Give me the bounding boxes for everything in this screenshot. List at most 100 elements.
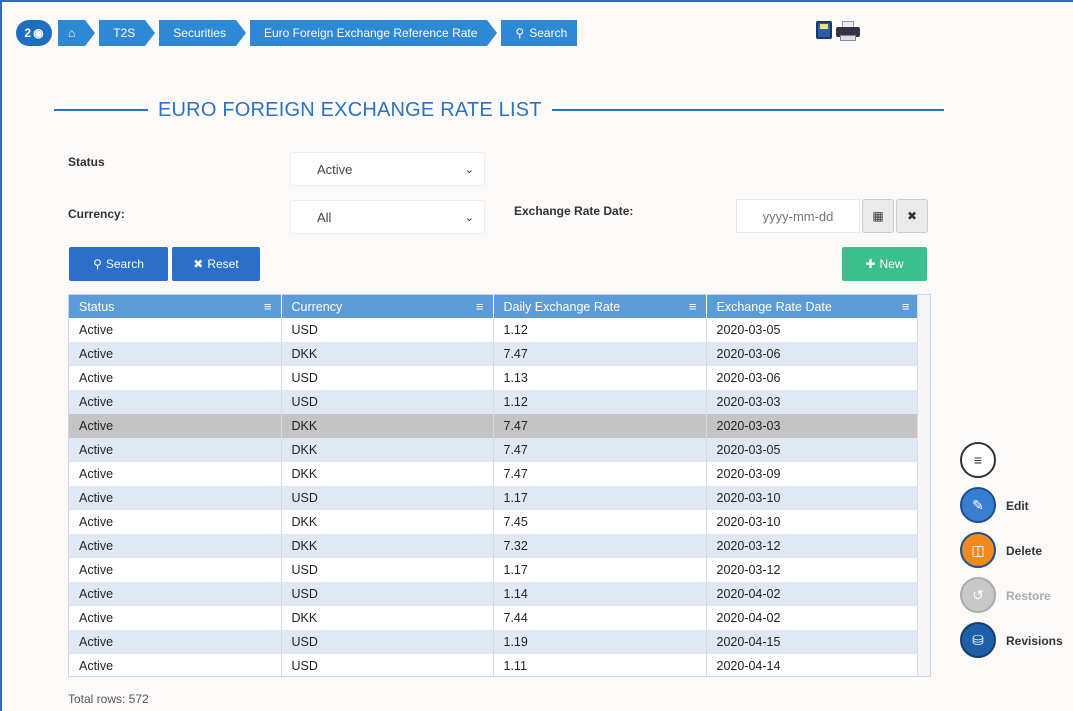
cell-daily-rate: 1.12 bbox=[493, 390, 707, 414]
status-label: Status bbox=[68, 155, 105, 169]
cell-rate-date: 2020-03-12 bbox=[706, 558, 920, 582]
page-title: EURO FOREIGN EXCHANGE RATE LIST bbox=[158, 98, 542, 121]
search-icon: ⚲ bbox=[515, 26, 525, 40]
column-menu-icon[interactable]: ≡ bbox=[902, 299, 910, 314]
save-icon[interactable] bbox=[816, 21, 832, 39]
restore-label: Restore bbox=[1006, 589, 1051, 603]
table-scrollbar[interactable] bbox=[917, 295, 930, 676]
currency-select[interactable]: All ⌄ bbox=[290, 200, 485, 234]
cell-status: Active bbox=[69, 558, 282, 582]
table-row[interactable]: Active DKK 7.47 2020-03-05 bbox=[69, 438, 920, 462]
cell-status: Active bbox=[69, 486, 282, 510]
toolbar-icons bbox=[816, 21, 860, 41]
cell-daily-rate: 7.47 bbox=[493, 438, 707, 462]
edit-label: Edit bbox=[1006, 499, 1029, 513]
cell-daily-rate: 1.11 bbox=[493, 654, 707, 676]
home-icon: ⌂ bbox=[68, 26, 76, 40]
print-icon[interactable] bbox=[836, 21, 860, 41]
cell-daily-rate: 7.45 bbox=[493, 510, 707, 534]
clear-date-button[interactable]: ✖ bbox=[896, 199, 928, 233]
table-row[interactable]: Active DKK 7.47 2020-03-03 bbox=[69, 414, 920, 438]
cell-status: Active bbox=[69, 630, 282, 654]
table-row[interactable]: Active USD 1.12 2020-03-03 bbox=[69, 390, 920, 414]
column-header-status[interactable]: Status ≡ bbox=[69, 295, 282, 318]
total-rows: Total rows: 572 bbox=[68, 692, 149, 706]
column-header-rate-date[interactable]: Exchange Rate Date ≡ bbox=[706, 295, 920, 318]
cell-currency: DKK bbox=[281, 510, 494, 534]
cell-currency: USD bbox=[281, 654, 494, 676]
table-row[interactable]: Active DKK 7.44 2020-04-02 bbox=[69, 606, 920, 630]
cell-rate-date: 2020-03-03 bbox=[706, 390, 920, 414]
delete-button[interactable]: ◫ bbox=[960, 532, 996, 568]
cell-rate-date: 2020-03-12 bbox=[706, 534, 920, 558]
cell-rate-date: 2020-04-15 bbox=[706, 630, 920, 654]
cell-daily-rate: 7.47 bbox=[493, 462, 707, 486]
search-button[interactable]: ⚲ Search bbox=[69, 247, 168, 281]
table-row[interactable]: Active USD 1.12 2020-03-05 bbox=[69, 318, 920, 342]
cell-rate-date: 2020-03-03 bbox=[706, 414, 920, 438]
breadcrumb-item-search[interactable]: ⚲ Search bbox=[501, 20, 578, 46]
table-row[interactable]: Active USD 1.17 2020-03-12 bbox=[69, 558, 920, 582]
restore-button[interactable]: ↺ bbox=[960, 577, 996, 613]
currency-select-value: All bbox=[317, 209, 332, 225]
column-menu-icon[interactable]: ≡ bbox=[476, 299, 484, 314]
database-icon: ⛁ bbox=[972, 631, 984, 648]
table-row[interactable]: Active DKK 7.47 2020-03-09 bbox=[69, 462, 920, 486]
cell-daily-rate: 1.14 bbox=[493, 582, 707, 606]
status-select-value: Active bbox=[317, 161, 353, 177]
cell-rate-date: 2020-04-02 bbox=[706, 606, 920, 630]
cell-currency: USD bbox=[281, 630, 494, 654]
column-header-daily-rate[interactable]: Daily Exchange Rate ≡ bbox=[493, 295, 707, 318]
breadcrumb-item-t2s[interactable]: T2S bbox=[99, 20, 156, 46]
cell-daily-rate: 1.19 bbox=[493, 630, 707, 654]
cell-daily-rate: 1.17 bbox=[493, 486, 707, 510]
edit-icon: ✎ bbox=[972, 496, 984, 513]
table-row[interactable]: Active USD 1.13 2020-03-06 bbox=[69, 366, 920, 390]
cell-rate-date: 2020-03-09 bbox=[706, 462, 920, 486]
cell-status: Active bbox=[69, 654, 282, 676]
search-icon: ⚲ bbox=[93, 257, 102, 271]
status-select[interactable]: Active ⌄ bbox=[290, 152, 485, 186]
table-row[interactable]: Active USD 1.11 2020-04-14 bbox=[69, 654, 920, 676]
cell-daily-rate: 7.32 bbox=[493, 534, 707, 558]
delete-label: Delete bbox=[1006, 544, 1043, 558]
column-menu-icon[interactable]: ≡ bbox=[689, 299, 697, 314]
cell-currency: DKK bbox=[281, 606, 494, 630]
cell-status: Active bbox=[69, 510, 282, 534]
table-row[interactable]: Active USD 1.19 2020-04-15 bbox=[69, 630, 920, 654]
watch-count-badge[interactable]: 2 ◉ bbox=[16, 20, 52, 46]
new-button[interactable]: ✚ New bbox=[842, 247, 927, 281]
currency-label: Currency: bbox=[68, 207, 125, 221]
table-row[interactable]: Active USD 1.17 2020-03-10 bbox=[69, 486, 920, 510]
cell-status: Active bbox=[69, 342, 282, 366]
table-row[interactable]: Active DKK 7.47 2020-03-06 bbox=[69, 342, 920, 366]
table-row[interactable]: Active USD 1.14 2020-04-02 bbox=[69, 582, 920, 606]
breadcrumb-item-reference-rate[interactable]: Euro Foreign Exchange Reference Rate bbox=[249, 20, 498, 46]
breadcrumb-home[interactable]: ⌂ bbox=[58, 20, 96, 46]
revisions-button[interactable]: ⛁ bbox=[960, 622, 996, 658]
cell-daily-rate: 7.47 bbox=[493, 342, 707, 366]
breadcrumb-item-securities[interactable]: Securities bbox=[159, 20, 246, 46]
details-button[interactable]: ≡ bbox=[960, 442, 996, 478]
trash-icon: ◫ bbox=[971, 541, 985, 558]
cell-currency: DKK bbox=[281, 438, 494, 462]
table-header-row: Status ≡ Currency ≡ Daily Exchange Rate ≡ E… bbox=[69, 295, 920, 318]
cell-rate-date: 2020-03-05 bbox=[706, 438, 920, 462]
column-header-currency[interactable]: Currency ≡ bbox=[281, 295, 494, 318]
column-menu-icon[interactable]: ≡ bbox=[264, 299, 272, 314]
close-icon: ✖ bbox=[193, 257, 204, 271]
table-row[interactable]: Active DKK 7.45 2020-03-10 bbox=[69, 510, 920, 534]
exchange-rate-date-input[interactable]: yyyy-mm-dd bbox=[736, 199, 860, 233]
cell-status: Active bbox=[69, 606, 282, 630]
title-divider-left bbox=[54, 109, 148, 111]
cell-rate-date: 2020-04-02 bbox=[706, 582, 920, 606]
calendar-button[interactable]: ▦ bbox=[862, 199, 894, 233]
app-frame: 2 ◉ ⌂ T2S Securities Euro Foreign Exchan… bbox=[0, 0, 1073, 711]
cell-rate-date: 2020-03-06 bbox=[706, 366, 920, 390]
cell-currency: USD bbox=[281, 390, 494, 414]
edit-button[interactable]: ✎ bbox=[960, 487, 996, 523]
calendar-icon: ▦ bbox=[872, 209, 884, 223]
plus-icon: ✚ bbox=[865, 257, 876, 271]
table-row[interactable]: Active DKK 7.32 2020-03-12 bbox=[69, 534, 920, 558]
reset-button[interactable]: ✖ Reset bbox=[172, 247, 260, 281]
